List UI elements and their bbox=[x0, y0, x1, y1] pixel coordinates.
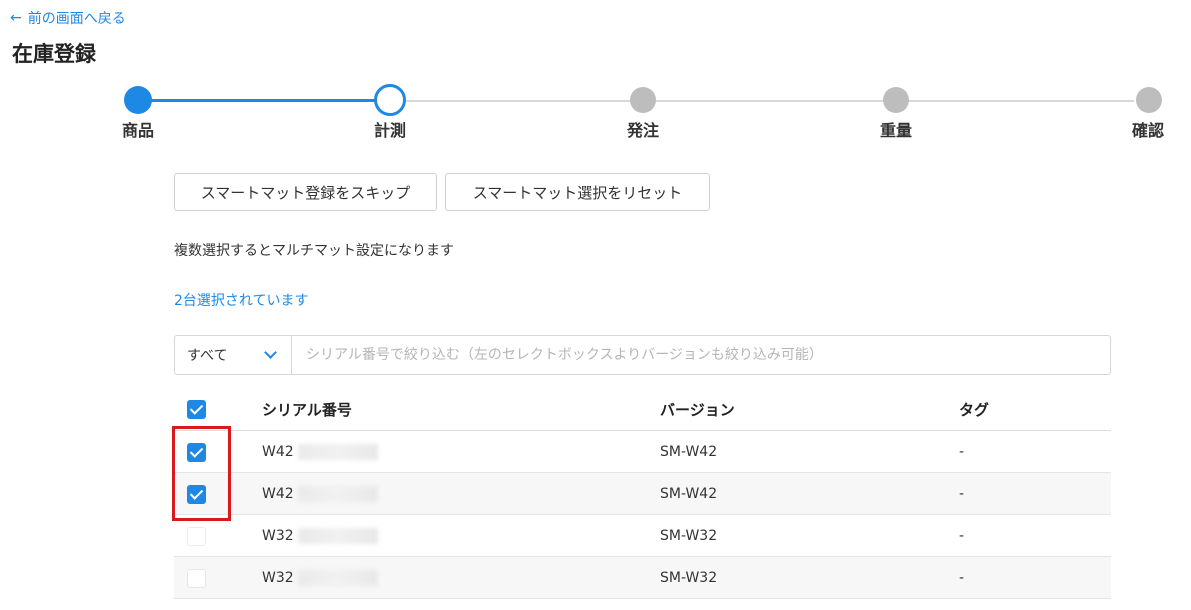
progress-stepper: 商品 計測 発注 重量 確認 bbox=[0, 84, 1191, 144]
version-select[interactable]: すべて bbox=[175, 336, 292, 374]
tag-cell: - bbox=[959, 443, 965, 460]
version-cell: SM-W32 bbox=[660, 569, 718, 586]
serial-cell: W32 bbox=[262, 527, 378, 544]
step-node-5 bbox=[1136, 87, 1162, 113]
redacted-serial bbox=[297, 527, 378, 544]
step-node-4 bbox=[883, 87, 909, 113]
serial-text: W42 bbox=[262, 485, 294, 502]
reset-smartmat-button[interactable]: スマートマット選択をリセット bbox=[445, 173, 710, 211]
serial-search-input[interactable] bbox=[292, 336, 1110, 374]
step-label-5: 確認 bbox=[1131, 121, 1164, 140]
version-cell: SM-W32 bbox=[660, 527, 718, 544]
arrow-left-icon: ← bbox=[10, 10, 22, 26]
version-cell: SM-W42 bbox=[660, 443, 718, 460]
step-label-1: 商品 bbox=[121, 121, 154, 140]
serial-text: W32 bbox=[262, 527, 294, 544]
checkbox-unchecked-icon bbox=[187, 569, 206, 588]
smartmat-table: シリアル番号 バージョン タグ W42 SM-W42 - W42 SM-W42 … bbox=[174, 388, 1111, 599]
table-header-row: シリアル番号 バージョン タグ bbox=[174, 388, 1111, 431]
tag-cell: - bbox=[959, 485, 965, 502]
table-row[interactable]: W42 SM-W42 - bbox=[174, 473, 1111, 515]
redacted-serial bbox=[297, 569, 378, 586]
chevron-down-icon bbox=[264, 346, 277, 359]
serial-text: W32 bbox=[262, 569, 294, 586]
highlight-annotation bbox=[172, 426, 231, 521]
serial-cell: W32 bbox=[262, 569, 378, 586]
skip-smartmat-button[interactable]: スマートマット登録をスキップ bbox=[174, 173, 437, 211]
page-title: 在庫登録 bbox=[12, 42, 96, 66]
filter-bar: すべて bbox=[174, 335, 1111, 375]
checkbox-unchecked-icon bbox=[187, 527, 206, 546]
back-link[interactable]: ← 前の画面へ戻る bbox=[10, 8, 126, 28]
serial-cell: W42 bbox=[262, 443, 378, 460]
step-node-3 bbox=[630, 87, 656, 113]
row-checkbox[interactable] bbox=[187, 527, 206, 550]
step-label-2: 計測 bbox=[373, 121, 406, 140]
stepper-line-todo bbox=[406, 100, 1134, 102]
row-checkbox[interactable] bbox=[187, 569, 206, 592]
table-row[interactable]: W32 SM-W32 - bbox=[174, 557, 1111, 599]
table-row[interactable]: W42 SM-W42 - bbox=[174, 431, 1111, 473]
tag-cell: - bbox=[959, 569, 965, 586]
tag-cell: - bbox=[959, 527, 965, 544]
back-link-label: 前の画面へ戻る bbox=[27, 11, 126, 27]
serial-text: W42 bbox=[262, 443, 294, 460]
multi-select-hint: 複数選択するとマルチマット設定になります bbox=[174, 243, 454, 259]
selected-count-text: 2台選択されています bbox=[174, 293, 309, 309]
step-label-3: 発注 bbox=[626, 121, 659, 140]
checkbox-checked-icon bbox=[187, 400, 206, 419]
redacted-serial bbox=[297, 485, 378, 502]
step-node-1 bbox=[124, 86, 152, 114]
column-header-tag: タグ bbox=[959, 400, 990, 419]
step-label-4: 重量 bbox=[879, 121, 912, 140]
stepper-line-done bbox=[151, 99, 376, 102]
table-row[interactable]: W32 SM-W32 - bbox=[174, 515, 1111, 557]
version-cell: SM-W42 bbox=[660, 485, 718, 502]
select-all-checkbox[interactable] bbox=[187, 400, 206, 423]
column-header-version: バージョン bbox=[660, 400, 735, 419]
step-node-2 bbox=[374, 84, 406, 116]
version-select-value: すべて bbox=[187, 348, 228, 364]
redacted-serial bbox=[297, 443, 378, 460]
serial-cell: W42 bbox=[262, 485, 378, 502]
column-header-serial: シリアル番号 bbox=[262, 400, 352, 419]
